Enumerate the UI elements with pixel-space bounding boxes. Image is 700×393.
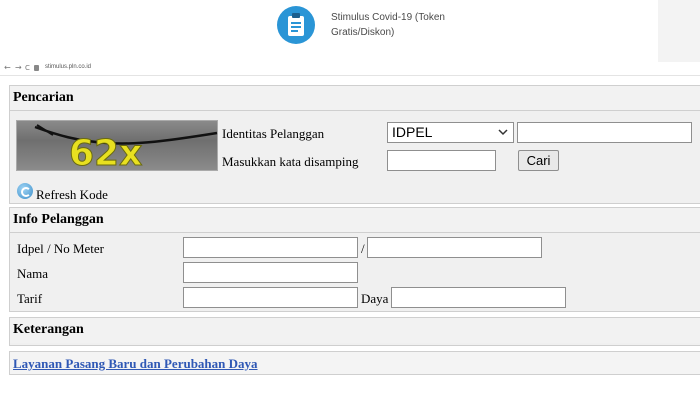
- idpel-label: Idpel / No Meter: [17, 241, 105, 256]
- id-type-select[interactable]: IDPEL: [387, 122, 514, 143]
- banner-side-panel: [658, 0, 700, 62]
- notes-title: Keterangan: [10, 318, 700, 343]
- meter-number-field[interactable]: [367, 237, 542, 258]
- search-button[interactable]: Cari: [518, 150, 559, 171]
- lock-icon: [34, 65, 39, 71]
- refresh-code-link[interactable]: Refresh Kode: [36, 187, 108, 203]
- address-bar[interactable]: stimulus.pln.co.id: [45, 64, 91, 70]
- tariff-field[interactable]: [183, 287, 358, 308]
- captcha-input-label: Masukkan kata disamping: [222, 154, 359, 169]
- chevron-down-icon: [498, 129, 508, 136]
- customer-info-title: Info Pelanggan: [10, 208, 700, 233]
- customer-id-input[interactable]: [517, 122, 692, 143]
- idpel-field[interactable]: [183, 237, 358, 258]
- page-content: Pencarian 62x Identitas Pelanggan IDPEL …: [0, 80, 700, 393]
- forward-icon[interactable]: →: [15, 63, 22, 72]
- customer-info-panel: Info Pelanggan Idpel / No Meter / Nama T…: [9, 207, 700, 312]
- captcha-image: 62x: [16, 120, 218, 172]
- name-label: Nama: [17, 266, 49, 281]
- app-title: Stimulus Covid-19 (Token Gratis/Diskon): [331, 12, 445, 38]
- idpel-separator: /: [361, 241, 365, 256]
- reload-icon[interactable]: C: [25, 64, 30, 72]
- search-panel-title: Pencarian: [10, 86, 700, 111]
- browser-toolbar: ← → C stimulus.pln.co.id: [0, 62, 700, 76]
- services-link-panel: Layanan Pasang Baru dan Perubahan Daya: [9, 351, 700, 375]
- customer-id-label: Identitas Pelanggan: [222, 126, 325, 141]
- id-type-selected: IDPEL: [392, 124, 433, 140]
- power-field[interactable]: [391, 287, 566, 308]
- app-banner: Stimulus Covid-19 (Token Gratis/Diskon): [0, 0, 700, 62]
- back-icon[interactable]: ←: [4, 63, 11, 72]
- captcha-input[interactable]: [387, 150, 496, 171]
- power-label: Daya: [361, 291, 389, 306]
- notes-panel: Keterangan: [9, 317, 700, 346]
- clipboard-icon: [277, 6, 315, 44]
- new-connection-link[interactable]: Layanan Pasang Baru dan Perubahan Daya: [13, 356, 258, 372]
- tariff-label: Tarif: [17, 291, 43, 306]
- captcha-text: 62x: [69, 133, 142, 172]
- refresh-icon[interactable]: [17, 183, 33, 199]
- search-panel: Pencarian 62x Identitas Pelanggan IDPEL …: [9, 85, 700, 204]
- name-field[interactable]: [183, 262, 358, 283]
